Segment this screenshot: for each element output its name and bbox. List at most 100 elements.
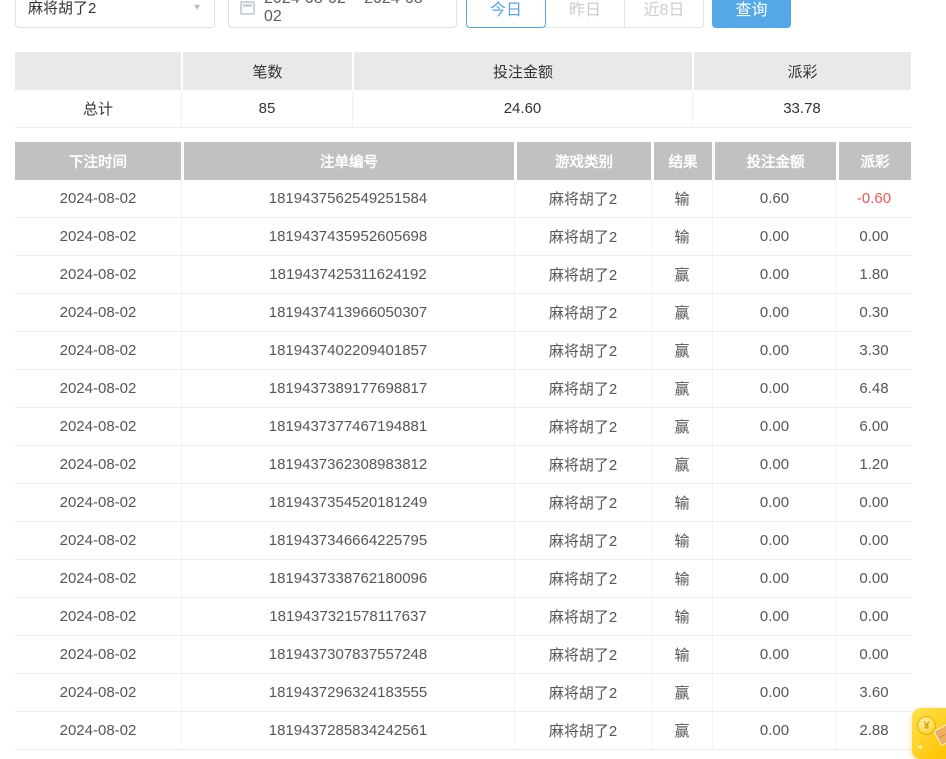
- cell-order-number: 1819437285834242561: [181, 712, 514, 750]
- cell-bet-time: 2024-08-02: [15, 712, 181, 750]
- cell-game-category: 麻将胡了2: [514, 370, 651, 408]
- chevron-down-icon: ▼: [192, 3, 202, 12]
- cell-game-category: 麻将胡了2: [514, 636, 651, 674]
- date-range-input[interactable]: 2024-08-02 ~ 2024-08-02: [228, 0, 457, 28]
- quick-button-last8days[interactable]: 近8日: [624, 0, 704, 28]
- table-row: 2024-08-02 1819437402209401857 麻将胡了2 赢 0…: [15, 332, 911, 370]
- calendar-icon: [240, 1, 255, 15]
- cell-game-category: 麻将胡了2: [514, 484, 651, 522]
- cell-order-number: 1819437354520181249: [181, 484, 514, 522]
- filter-bar: 麻将胡了2 ▼ 2024-08-02 ~ 2024-08-02 今日 昨日 近8…: [15, 0, 791, 28]
- table-row: 2024-08-02 1819437296324183555 麻将胡了2 赢 0…: [15, 674, 911, 712]
- cell-result: 赢: [651, 674, 712, 712]
- header-result: 结果: [651, 142, 712, 180]
- cell-bet-amount: 0.00: [712, 636, 836, 674]
- table-row: 2024-08-02 1819437389177698817 麻将胡了2 赢 0…: [15, 370, 911, 408]
- cell-result: 赢: [651, 446, 712, 484]
- cell-payout: 3.30: [836, 332, 911, 370]
- search-button[interactable]: 查询: [712, 0, 791, 28]
- cell-order-number: 1819437377467194881: [181, 408, 514, 446]
- game-select[interactable]: 麻将胡了2 ▼: [15, 0, 215, 28]
- summary-total-count: 85: [181, 90, 352, 128]
- cell-result: 赢: [651, 332, 712, 370]
- cell-game-category: 麻将胡了2: [514, 332, 651, 370]
- summary-header-blank: [15, 52, 181, 90]
- cell-bet-time: 2024-08-02: [15, 522, 181, 560]
- cell-game-category: 麻将胡了2: [514, 560, 651, 598]
- table-row: 2024-08-02 1819437562549251584 麻将胡了2 输 0…: [15, 180, 911, 218]
- cell-order-number: 1819437346664225795: [181, 522, 514, 560]
- game-select-value: 麻将胡了2: [28, 0, 96, 18]
- cell-bet-amount: 0.00: [712, 332, 836, 370]
- table-row: 2024-08-02 1819437362308983812 麻将胡了2 赢 0…: [15, 446, 911, 484]
- header-game-category: 游戏类别: [514, 142, 651, 180]
- cell-result: 输: [651, 560, 712, 598]
- cell-game-category: 麻将胡了2: [514, 294, 651, 332]
- cell-payout: 0.00: [836, 484, 911, 522]
- cell-bet-amount: 0.00: [712, 674, 836, 712]
- cell-order-number: 1819437307837557248: [181, 636, 514, 674]
- records-table: 下注时间 注单编号 游戏类别 结果 投注金额 派彩 2024-08-02 181…: [15, 142, 911, 750]
- cell-result: 赢: [651, 408, 712, 446]
- cell-bet-time: 2024-08-02: [15, 636, 181, 674]
- table-row: 2024-08-02 1819437354520181249 麻将胡了2 输 0…: [15, 484, 911, 522]
- cell-bet-amount: 0.00: [712, 408, 836, 446]
- date-range-value: 2024-08-02 ~ 2024-08-02: [264, 0, 445, 26]
- cell-payout: 0.00: [836, 598, 911, 636]
- cell-bet-time: 2024-08-02: [15, 446, 181, 484]
- table-row: 2024-08-02 1819437285834242561 麻将胡了2 赢 0…: [15, 712, 911, 750]
- cell-bet-time: 2024-08-02: [15, 674, 181, 712]
- cell-result: 输: [651, 180, 712, 218]
- cell-bet-time: 2024-08-02: [15, 598, 181, 636]
- header-bet-amount: 投注金额: [712, 142, 836, 180]
- table-row: 2024-08-02 1819437413966050307 麻将胡了2 赢 0…: [15, 294, 911, 332]
- cell-game-category: 麻将胡了2: [514, 522, 651, 560]
- summary-header-payout: 派彩: [692, 52, 911, 90]
- summary-table: 笔数 投注金额 派彩 总计 85 24.60 33.78: [15, 52, 911, 128]
- cell-order-number: 1819437425311624192: [181, 256, 514, 294]
- cell-game-category: 麻将胡了2: [514, 218, 651, 256]
- table-row: 2024-08-02 1819437425311624192 麻将胡了2 赢 0…: [15, 256, 911, 294]
- cell-bet-amount: 0.00: [712, 522, 836, 560]
- cell-bet-amount: 0.00: [712, 370, 836, 408]
- header-payout: 派彩: [836, 142, 911, 180]
- cell-result: 输: [651, 598, 712, 636]
- cell-payout: -0.60: [836, 180, 911, 218]
- cell-payout: 1.20: [836, 446, 911, 484]
- cell-bet-amount: 0.00: [712, 712, 836, 750]
- cell-payout: 1.80: [836, 256, 911, 294]
- cell-bet-amount: 0.00: [712, 446, 836, 484]
- summary-total-label: 总计: [15, 90, 181, 128]
- quick-button-yesterday[interactable]: 昨日: [545, 0, 625, 28]
- cell-game-category: 麻将胡了2: [514, 674, 651, 712]
- cell-result: 输: [651, 218, 712, 256]
- cell-order-number: 1819437338762180096: [181, 560, 514, 598]
- summary-header-count: 笔数: [181, 52, 352, 90]
- cell-bet-time: 2024-08-02: [15, 294, 181, 332]
- cell-payout: 0.30: [836, 294, 911, 332]
- quick-button-today[interactable]: 今日: [466, 0, 546, 28]
- summary-total-payout: 33.78: [692, 90, 911, 128]
- cell-bet-amount: 0.00: [712, 218, 836, 256]
- cell-bet-time: 2024-08-02: [15, 408, 181, 446]
- table-row: 2024-08-02 1819437435952605698 麻将胡了2 输 0…: [15, 218, 911, 256]
- cell-game-category: 麻将胡了2: [514, 446, 651, 484]
- cell-payout: 6.00: [836, 408, 911, 446]
- cell-result: 赢: [651, 256, 712, 294]
- sparkle-icon: ✦: [917, 743, 924, 752]
- cell-result: 赢: [651, 712, 712, 750]
- cell-result: 赢: [651, 294, 712, 332]
- cell-payout: 0.00: [836, 560, 911, 598]
- cell-game-category: 麻将胡了2: [514, 598, 651, 636]
- cell-order-number: 1819437362308983812: [181, 446, 514, 484]
- cell-bet-time: 2024-08-02: [15, 332, 181, 370]
- records-tbody: 2024-08-02 1819437562549251584 麻将胡了2 输 0…: [15, 180, 911, 750]
- cell-game-category: 麻将胡了2: [514, 256, 651, 294]
- cell-order-number: 1819437296324183555: [181, 674, 514, 712]
- cell-order-number: 1819437321578117637: [181, 598, 514, 636]
- table-row: 2024-08-02 1819437321578117637 麻将胡了2 输 0…: [15, 598, 911, 636]
- reward-float-button[interactable]: ¥ ✦: [912, 708, 946, 759]
- quick-range-group: 今日 昨日 近8日: [466, 0, 704, 28]
- cell-payout: 6.48: [836, 370, 911, 408]
- cell-bet-time: 2024-08-02: [15, 560, 181, 598]
